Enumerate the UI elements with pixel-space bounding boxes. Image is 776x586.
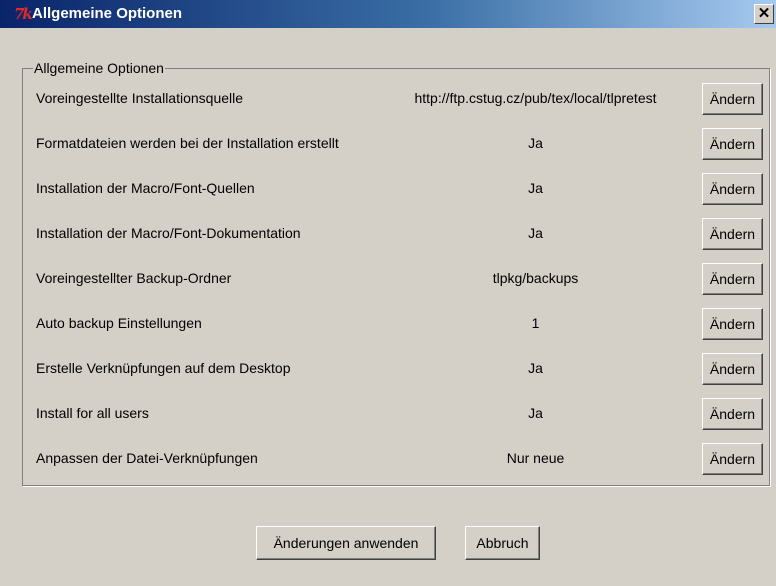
change-backup-folder-button[interactable]: Ändern [702,263,763,295]
option-value: Ja [528,135,543,151]
cancel-button[interactable]: Abbruch [465,526,540,560]
change-desktop-shortcuts-button[interactable]: Ändern [702,353,763,385]
change-macro-docs-button[interactable]: Ändern [702,218,763,250]
option-label: Voreingestellte Installationsquelle [36,90,244,106]
option-value: Ja [528,405,543,421]
option-row-auto-backup: Auto backup Einstellungen 1 Ändern [36,308,766,340]
option-value: tlpkg/backups [492,270,579,286]
change-file-associations-button[interactable]: Ändern [702,443,763,475]
change-installation-source-button[interactable]: Ändern [702,83,763,115]
change-auto-backup-button[interactable]: Ändern [702,308,763,340]
option-label: Voreingestellter Backup-Ordner [36,270,232,286]
close-button[interactable]: ✕ [754,4,774,24]
option-label: Install for all users [36,405,149,421]
change-macro-sources-button[interactable]: Ändern [702,173,763,205]
option-value: Nur neue [506,450,565,466]
tk-icon: 7k [14,5,33,23]
option-value: Ja [528,225,543,241]
option-row-installation-source: Voreingestellte Installationsquelle http… [36,83,766,115]
option-row-file-associations: Anpassen der Datei-Verknüpfungen Nur neu… [36,443,766,475]
title-bar[interactable]: 7k Allgemeine Optionen ✕ [0,0,776,28]
close-icon: ✕ [757,5,771,22]
apply-changes-button[interactable]: Änderungen anwenden [256,526,436,560]
option-row-backup-folder: Voreingestellter Backup-Ordner tlpkg/bac… [36,263,766,295]
option-value: 1 [531,315,540,331]
option-row-all-users: Install for all users Ja Ändern [36,398,766,430]
window-title: Allgemeine Optionen [32,5,183,22]
option-value: http://ftp.cstug.cz/pub/tex/local/tlpret… [414,90,657,106]
option-row-format-files: Formatdateien werden bei der Installatio… [36,128,766,160]
group-legend: Allgemeine Optionen [33,59,165,77]
option-row-desktop-shortcuts: Erstelle Verknüpfungen auf dem Desktop J… [36,353,766,385]
option-label: Formatdateien werden bei der Installatio… [36,135,339,151]
option-label: Installation der Macro/Font-Dokumentatio… [36,225,301,241]
option-label: Installation der Macro/Font-Quellen [36,180,255,196]
option-row-macro-sources: Installation der Macro/Font-Quellen Ja Ä… [36,173,766,205]
option-label: Auto backup Einstellungen [36,315,202,331]
option-value: Ja [528,360,543,376]
option-value: Ja [528,180,543,196]
option-row-macro-docs: Installation der Macro/Font-Dokumentatio… [36,218,766,250]
change-all-users-button[interactable]: Ändern [702,398,763,430]
option-label: Erstelle Verknüpfungen auf dem Desktop [36,360,291,376]
change-format-files-button[interactable]: Ändern [702,128,763,160]
option-label: Anpassen der Datei-Verknüpfungen [36,450,258,466]
